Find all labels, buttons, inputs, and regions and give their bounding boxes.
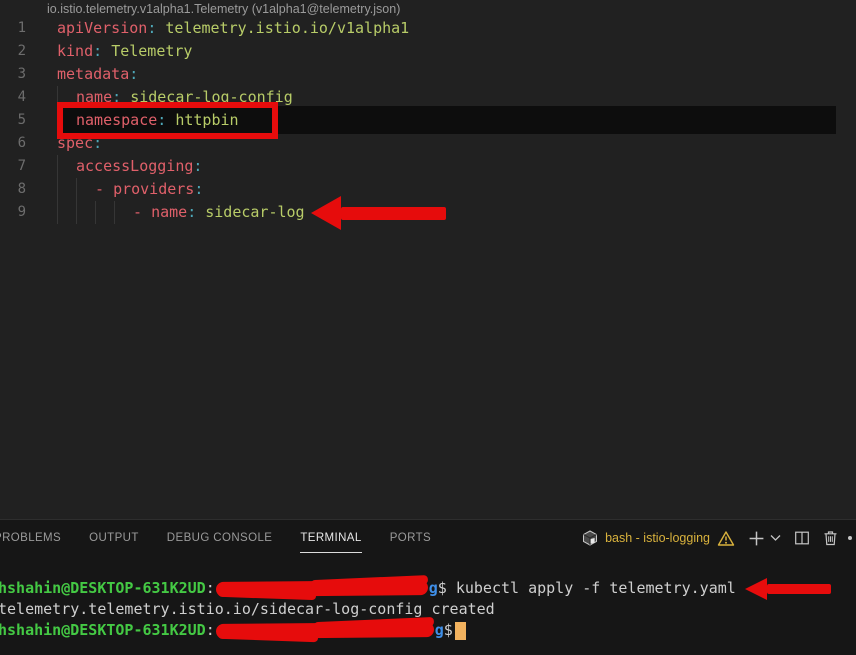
panel-tab-ports[interactable]: PORTS <box>390 520 431 556</box>
code-token-colon: : <box>93 40 111 63</box>
breadcrumb[interactable]: io.istio.telemetry.v1alpha1.Telemetry (v… <box>47 1 400 17</box>
code-token-colon: : <box>129 63 138 86</box>
indent-guide <box>57 201 76 224</box>
line-number: 1 <box>0 17 26 40</box>
code-token-key: providers <box>113 178 194 201</box>
code-token-val: Telemetry <box>111 40 192 63</box>
arrow-tail <box>341 207 446 220</box>
terminal-text: $ kubectl apply -f telemetry.yaml <box>438 578 736 599</box>
code-token-val: telemetry.istio.io/v1alpha1 <box>165 17 409 40</box>
terminal-text: : <box>206 620 215 641</box>
code-line[interactable]: 2 kind: Telemetry <box>0 40 856 63</box>
trash-icon <box>823 530 838 546</box>
terminal-prompt: hshahin@DESKTOP-631K2UD <box>0 620 206 641</box>
terminal-line: hshahin@DESKTOP-631K2UD: g$ kubectl apply… <box>0 578 856 599</box>
indent-guide <box>57 178 76 201</box>
annotation-arrow-sidecar-log <box>311 196 446 230</box>
terminal-prompt: hshahin@DESKTOP-631K2UD <box>0 578 206 599</box>
plus-icon <box>748 530 765 547</box>
terminal-cursor <box>455 622 466 640</box>
warning-icon <box>717 530 735 547</box>
arrow-tail <box>767 584 831 594</box>
code-line[interactable]: 3 metadata: <box>0 63 856 86</box>
bottom-panel: PROBLEMS OUTPUT DEBUG CONSOLE TERMINAL PORTS… <box>0 519 856 655</box>
terminal-bash-icon <box>582 530 598 546</box>
arrow-head <box>311 196 341 230</box>
panel-tab-debug-console[interactable]: DEBUG CONSOLE <box>167 520 273 556</box>
annotation-box-namespace <box>57 102 278 139</box>
line-number: 8 <box>0 178 26 201</box>
kill-terminal-button[interactable] <box>823 530 838 546</box>
chevron-down-icon <box>770 534 781 542</box>
indent-guide <box>95 201 114 224</box>
terminal-path-fragment: g <box>429 578 438 599</box>
line-number: 6 <box>0 132 26 155</box>
code-line[interactable]: 1 apiVersion: telemetry.istio.io/v1alpha1 <box>0 17 856 40</box>
indent-guide <box>76 201 95 224</box>
code-token-colon: : <box>147 17 165 40</box>
line-number: 4 <box>0 86 26 109</box>
line-number: 9 <box>0 201 26 224</box>
code-token-colon: : <box>193 155 202 178</box>
line-number: 2 <box>0 40 26 63</box>
terminal-text: : <box>206 578 215 599</box>
line-number: 3 <box>0 63 26 86</box>
more-actions-icon-partial[interactable] <box>848 536 852 540</box>
panel-tab-output[interactable]: OUTPUT <box>89 520 139 556</box>
split-editor-icon <box>794 530 810 546</box>
code-token-colon: : <box>187 201 205 224</box>
launch-profile-button[interactable] <box>770 534 781 542</box>
code-token-key: accessLogging <box>76 155 193 178</box>
code-token-dash: - <box>95 178 113 201</box>
terminal-selector-label: bash - istio-logging <box>605 531 710 545</box>
editor-pane[interactable]: io.istio.telemetry.v1alpha1.Telemetry (v… <box>0 0 856 520</box>
panel-actions: bash - istio-logging <box>582 520 852 556</box>
panel-tab-problems[interactable]: PROBLEMS <box>0 520 61 556</box>
new-terminal-button[interactable] <box>748 530 765 547</box>
indent-guide <box>76 178 95 201</box>
arrow-head <box>745 578 767 600</box>
code-token-colon: : <box>194 178 203 201</box>
panel-tab-terminal[interactable]: TERMINAL <box>300 520 361 556</box>
annotation-scribble <box>216 622 434 639</box>
panel-tabs: PROBLEMS OUTPUT DEBUG CONSOLE TERMINAL PORTS <box>0 520 431 556</box>
annotation-scribble <box>216 580 428 597</box>
terminal-content[interactable]: hshahin@DESKTOP-631K2UD:g$ kubectl apply… <box>0 570 856 655</box>
code-token-key: name <box>151 201 187 224</box>
indent-guide <box>114 201 133 224</box>
code-token-key: kind <box>57 40 93 63</box>
terminal-selector[interactable]: bash - istio-logging <box>582 530 735 547</box>
terminal-path-fragment: g <box>435 620 444 641</box>
code-token-val: sidecar-log <box>205 201 304 224</box>
code-token-key: metadata <box>57 63 129 86</box>
line-number: 7 <box>0 155 26 178</box>
line-number: 5 <box>0 109 26 132</box>
indent-guide <box>57 155 76 178</box>
code-line[interactable]: 7 accessLogging: <box>0 155 856 178</box>
code-token-dash: - <box>133 201 151 224</box>
code-token-key: apiVersion <box>57 17 147 40</box>
split-terminal-button[interactable] <box>794 530 810 546</box>
terminal-text: $ <box>444 620 453 641</box>
terminal-line: hshahin@DESKTOP-631K2UD: g$ <box>0 620 856 641</box>
annotation-arrow-command <box>745 578 831 600</box>
